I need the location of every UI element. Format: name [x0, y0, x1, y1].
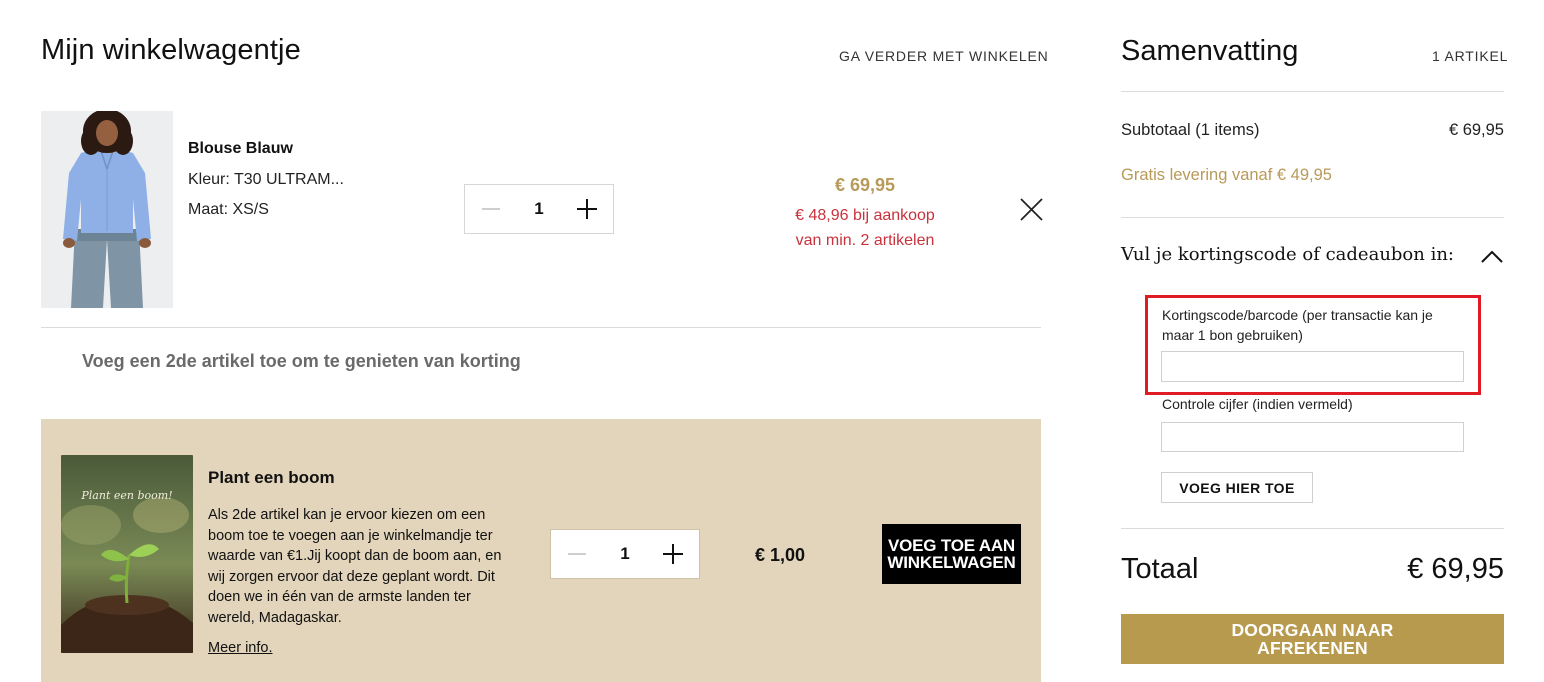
coupon-code-label: Kortingscode/barcode (per transactie kan… — [1162, 307, 1433, 343]
checkout-button[interactable]: DOORGAAN NAAR AFREKENEN — [1121, 614, 1504, 664]
tree-image-caption: Plant een boom! — [80, 489, 172, 502]
checkout-line1: DOORGAAN NAAR — [1231, 620, 1394, 640]
tree-offer-description: Als 2de artikel kan je ervoor kiezen om … — [208, 507, 502, 626]
add-to-cart-line1: VOEG TOE AAN — [887, 536, 1015, 555]
plus-icon[interactable] — [653, 530, 693, 578]
more-info-link[interactable]: Meer info. — [208, 640, 272, 656]
tree-quantity-stepper: 1 — [550, 529, 700, 579]
total-label: Totaal — [1121, 553, 1199, 585]
product-size: Maat: XS/S — [188, 201, 269, 218]
checkout-line2: AFREKENEN — [1257, 638, 1368, 658]
quantity-value[interactable]: 1 — [519, 199, 559, 219]
minus-icon[interactable] — [557, 530, 597, 578]
coupon-toggle[interactable]: Vul je kortingscode of cadeaubon in: — [1121, 244, 1454, 265]
product-name[interactable]: Blouse Blauw — [188, 140, 293, 158]
subtotal-value: € 69,95 — [1448, 121, 1504, 139]
close-icon[interactable] — [1018, 196, 1045, 223]
divider — [41, 327, 1041, 328]
tree-price: € 1,00 — [755, 545, 806, 565]
quantity-stepper: 1 — [464, 184, 614, 234]
continue-shopping-link[interactable]: GA VERDER MET WINKELEN — [839, 48, 1049, 64]
free-delivery-note: Gratis levering vanaf € 49,95 — [1121, 166, 1332, 184]
summary-title: Samenvatting — [1121, 35, 1299, 67]
promo-price-line1: € 48,96 bij aankoop — [795, 207, 935, 224]
product-color: Kleur: T30 ULTRAM... — [188, 171, 344, 188]
tree-image: Plant een boom! — [61, 455, 193, 653]
total-value: € 69,95 — [1407, 553, 1504, 585]
tree-quantity-value[interactable]: 1 — [605, 544, 645, 564]
promo-price-line2: van min. 2 artikelen — [795, 232, 935, 249]
apply-coupon-button[interactable]: VOEG HIER TOE — [1161, 472, 1313, 503]
divider — [1121, 217, 1504, 218]
minus-icon[interactable] — [471, 185, 511, 233]
coupon-code-input[interactable] — [1161, 351, 1464, 382]
promo-price: € 48,96 bij aankoop van min. 2 artikelen — [760, 203, 970, 253]
tree-offer-title: Plant een boom — [208, 468, 335, 487]
page-title: Mijn winkelwagentje — [41, 34, 301, 66]
chevron-up-icon[interactable] — [1480, 248, 1504, 266]
product-image[interactable] — [41, 111, 173, 308]
add-to-cart-button[interactable]: VOEG TOE AAN WINKELWAGEN — [882, 524, 1021, 584]
subtotal-label: Subtotaal (1 items) — [1121, 121, 1260, 139]
item-price: € 69,95 — [834, 175, 896, 195]
check-digit-input[interactable] — [1161, 422, 1464, 452]
plus-icon[interactable] — [567, 185, 607, 233]
check-digit-label: Controle cijfer (indien vermeld) — [1162, 396, 1353, 412]
summary-item-count: 1 ARTIKEL — [1432, 48, 1509, 64]
promo-message: Voeg een 2de artikel toe om te genieten … — [82, 351, 521, 371]
add-to-cart-line2: WINKELWAGEN — [887, 553, 1016, 572]
divider — [1121, 528, 1504, 529]
divider — [1121, 91, 1504, 92]
